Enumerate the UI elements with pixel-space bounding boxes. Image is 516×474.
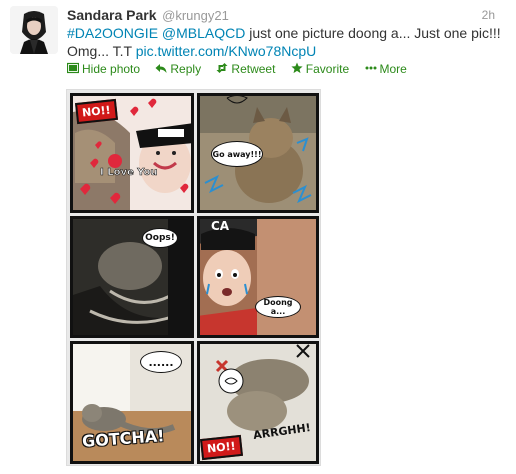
- panel-1-no-label: NO!!: [75, 98, 118, 125]
- panel-4-bubble: Doong a...: [255, 296, 301, 318]
- photo-panel-4: CA Doong a...: [197, 216, 319, 338]
- reply-icon: [155, 64, 167, 73]
- user-handle[interactable]: @krungy21: [162, 8, 229, 23]
- photo-panel-6: NO!! ARRGHH!: [197, 341, 319, 464]
- hide-photo-action[interactable]: Hide photo: [67, 61, 140, 77]
- hashtag-link[interactable]: #DA2OONGIE: [67, 25, 158, 41]
- hide-photo-label: Hide photo: [82, 62, 141, 76]
- photo-panel-3: Oops!: [70, 216, 194, 338]
- photo-panel-2: Go away!!!: [197, 93, 319, 213]
- star-icon: [291, 62, 303, 74]
- pic-link[interactable]: pic.twitter.com/KNwo78NcpU: [136, 43, 317, 59]
- photo-panel-5: ...... GOTCHA!: [70, 341, 194, 464]
- user-fullname[interactable]: Sandara Park: [67, 7, 157, 23]
- more-label: More: [379, 62, 407, 76]
- retweet-icon: [216, 63, 228, 73]
- tweet-timestamp[interactable]: 2h: [482, 6, 495, 24]
- more-icon: [365, 66, 376, 70]
- tweet-photo[interactable]: I Love You NO!! Go away!!! Oops! CA Doon…: [66, 89, 321, 466]
- favorite-action[interactable]: Favorite: [291, 61, 349, 77]
- reply-label: Reply: [170, 62, 202, 76]
- more-action[interactable]: More: [365, 61, 407, 77]
- retweet-label: Retweet: [231, 62, 276, 76]
- favorite-label: Favorite: [305, 62, 350, 76]
- mention-link[interactable]: @MBLAQCD: [162, 25, 245, 41]
- i-love-you-text: I Love You: [100, 167, 158, 178]
- tweet: Sandara Park @krungy21 2h #DA2OONGIE @MB…: [0, 0, 516, 474]
- retweet-action[interactable]: Retweet: [216, 61, 275, 77]
- tweet-actions: Hide photo Reply Retweet Favorite More: [67, 61, 419, 77]
- photo-panel-1: I Love You NO!!: [70, 93, 194, 213]
- panel-6-no-label: NO!!: [200, 434, 243, 461]
- photo-icon: [67, 62, 79, 74]
- tweet-header: Sandara Park @krungy21 2h: [67, 6, 507, 24]
- avatar[interactable]: [10, 6, 58, 54]
- panel-2-bubble: Go away!!!: [211, 141, 263, 167]
- avatar-image: [10, 6, 58, 54]
- panel-4-art: CA: [197, 216, 319, 338]
- tweet-text: #DA2OONGIE @MBLAQCD just one picture doo…: [67, 24, 507, 60]
- panel-3-bubble: Oops!: [142, 228, 178, 248]
- svg-text:CA: CA: [211, 219, 230, 233]
- reply-action[interactable]: Reply: [155, 61, 201, 77]
- panel-5-bubble: ......: [140, 351, 182, 373]
